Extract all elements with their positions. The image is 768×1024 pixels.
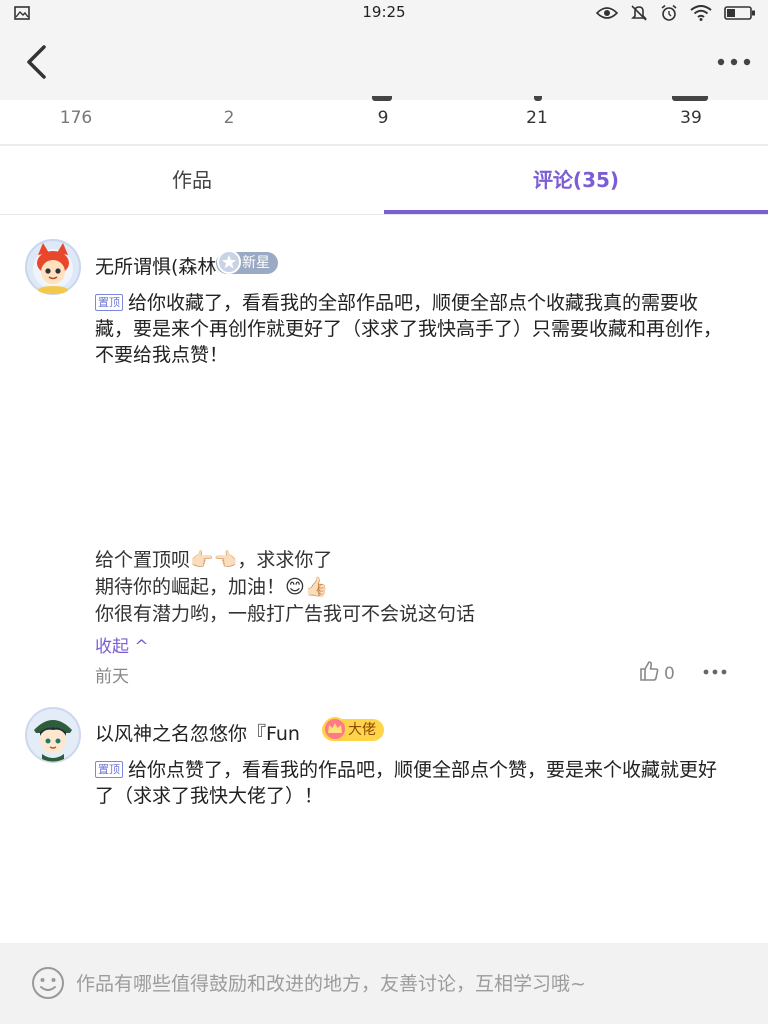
tab-works[interactable]: 作品 — [0, 146, 384, 214]
stat-value[interactable]: 39 — [631, 108, 751, 128]
stat-icon-fragment — [534, 96, 542, 101]
comment-username[interactable]: 无所谓惧(森林 — [95, 252, 216, 279]
more-menu-icon[interactable] — [716, 50, 752, 74]
stat-value[interactable]: 21 — [477, 108, 597, 128]
tab-comments[interactable]: 评论(35) — [384, 146, 768, 214]
comment-composer — [0, 943, 768, 1024]
avatar[interactable] — [24, 706, 82, 764]
comment-body: 置顶 给你点赞了，看看我的作品吧，顺便全部点个赞，要是来个收藏就更好了（求求了我快… — [95, 757, 735, 809]
reply-text: 给个置顶呗👉🏻👈🏻，求求你了 — [95, 549, 333, 571]
collapse-replies-button[interactable]: 收起 ^ — [95, 632, 149, 657]
mute-icon — [630, 4, 648, 26]
badge-label: 大佬 — [348, 722, 376, 738]
profile-stats: 176 2 9 21 39 — [0, 96, 768, 144]
tab-bar: 作品 评论(35) — [0, 146, 768, 214]
comment-text: 给你点赞了，看看我的作品吧，顺便全部点个赞，要是来个收藏就更好了（求求了我快大佬… — [95, 759, 718, 807]
like-count: 0 — [664, 663, 675, 684]
star-badge-icon — [216, 249, 242, 275]
like-button[interactable]: 0 — [638, 660, 675, 687]
badge-label: 新星 — [242, 255, 270, 271]
stat-icon-fragment — [372, 96, 392, 101]
comment-time: 前天 — [95, 667, 129, 687]
stat-icon-fragment — [672, 96, 708, 101]
stat-value[interactable]: 176 — [16, 108, 136, 128]
crown-badge-icon — [322, 716, 348, 742]
wifi-icon — [690, 5, 712, 25]
back-chevron-icon[interactable] — [22, 44, 52, 80]
thumbs-up-icon — [638, 660, 660, 687]
comment-more-icon[interactable] — [702, 662, 728, 682]
stat-value[interactable]: 2 — [169, 108, 289, 128]
pinned-tag: 置顶 — [95, 761, 123, 778]
divider — [0, 214, 768, 215]
eye-icon — [595, 5, 619, 25]
stat-value[interactable]: 9 — [323, 108, 443, 128]
comment-body: 置顶 给你收藏了，看看我的全部作品吧，顺便全部点个收藏我真的需要收藏，要是来个再创… — [95, 290, 735, 368]
battery-icon — [724, 5, 756, 25]
rank-badge: 大佬 — [322, 716, 384, 742]
status-bar: 19:25 — [0, 0, 768, 26]
reply-text: 期待你的崛起，加油！😊👍🏻 — [95, 576, 329, 598]
comment-input[interactable] — [74, 963, 738, 1005]
rank-badge: 新星 — [216, 249, 278, 275]
top-navbar — [0, 26, 768, 96]
comment-text: 给你收藏了，看看我的全部作品吧，顺便全部点个收藏我真的需要收藏，要是来个再创作就… — [95, 292, 723, 366]
comment-username[interactable]: 以风神之名忽悠你『Fun — [95, 719, 300, 746]
reply-text: 你很有潜力哟，一般打广告我可不会说这句话 — [95, 603, 476, 625]
pinned-tag: 置顶 — [95, 294, 123, 311]
emoji-smile-icon[interactable] — [30, 965, 66, 1001]
alarm-icon — [660, 4, 678, 26]
avatar[interactable] — [24, 238, 82, 296]
